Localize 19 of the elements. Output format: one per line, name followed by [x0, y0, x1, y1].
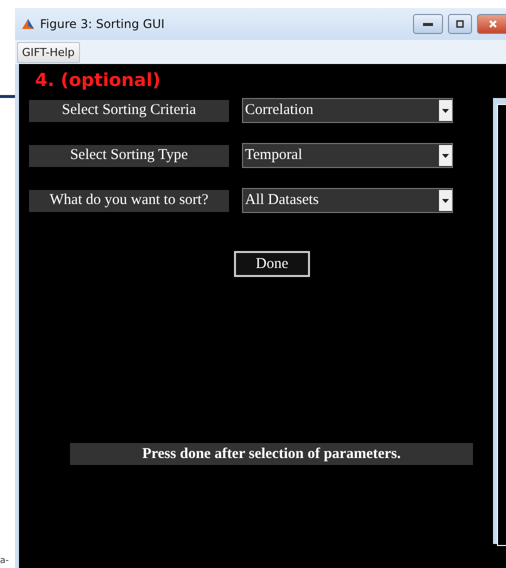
close-icon: [488, 19, 498, 29]
status-message: Press done after selection of parameters.: [70, 443, 473, 465]
menu-item[interactable]: GIFT-Help: [17, 42, 80, 62]
minimize-icon: [423, 22, 433, 26]
field-label: Select Sorting Type: [29, 144, 229, 166]
maximize-button[interactable]: [448, 14, 472, 34]
field-label: What do you want to sort?: [29, 190, 229, 212]
maximize-icon: [456, 20, 464, 28]
dropdown[interactable]: Temporal: [242, 143, 453, 168]
app-icon: [21, 17, 35, 31]
window-title: Figure 3: Sorting GUI: [40, 17, 166, 31]
dropdown[interactable]: All Datasets: [242, 188, 453, 213]
done-button[interactable]: Done: [234, 251, 310, 277]
close-button[interactable]: [477, 14, 506, 34]
dropdown[interactable]: Correlation: [242, 98, 453, 123]
cut-off-text: a-: [0, 556, 9, 566]
field-label: Select Sorting Criteria: [29, 100, 229, 122]
step-heading: 4. (optional): [35, 70, 162, 93]
minimize-button[interactable]: [413, 14, 443, 34]
